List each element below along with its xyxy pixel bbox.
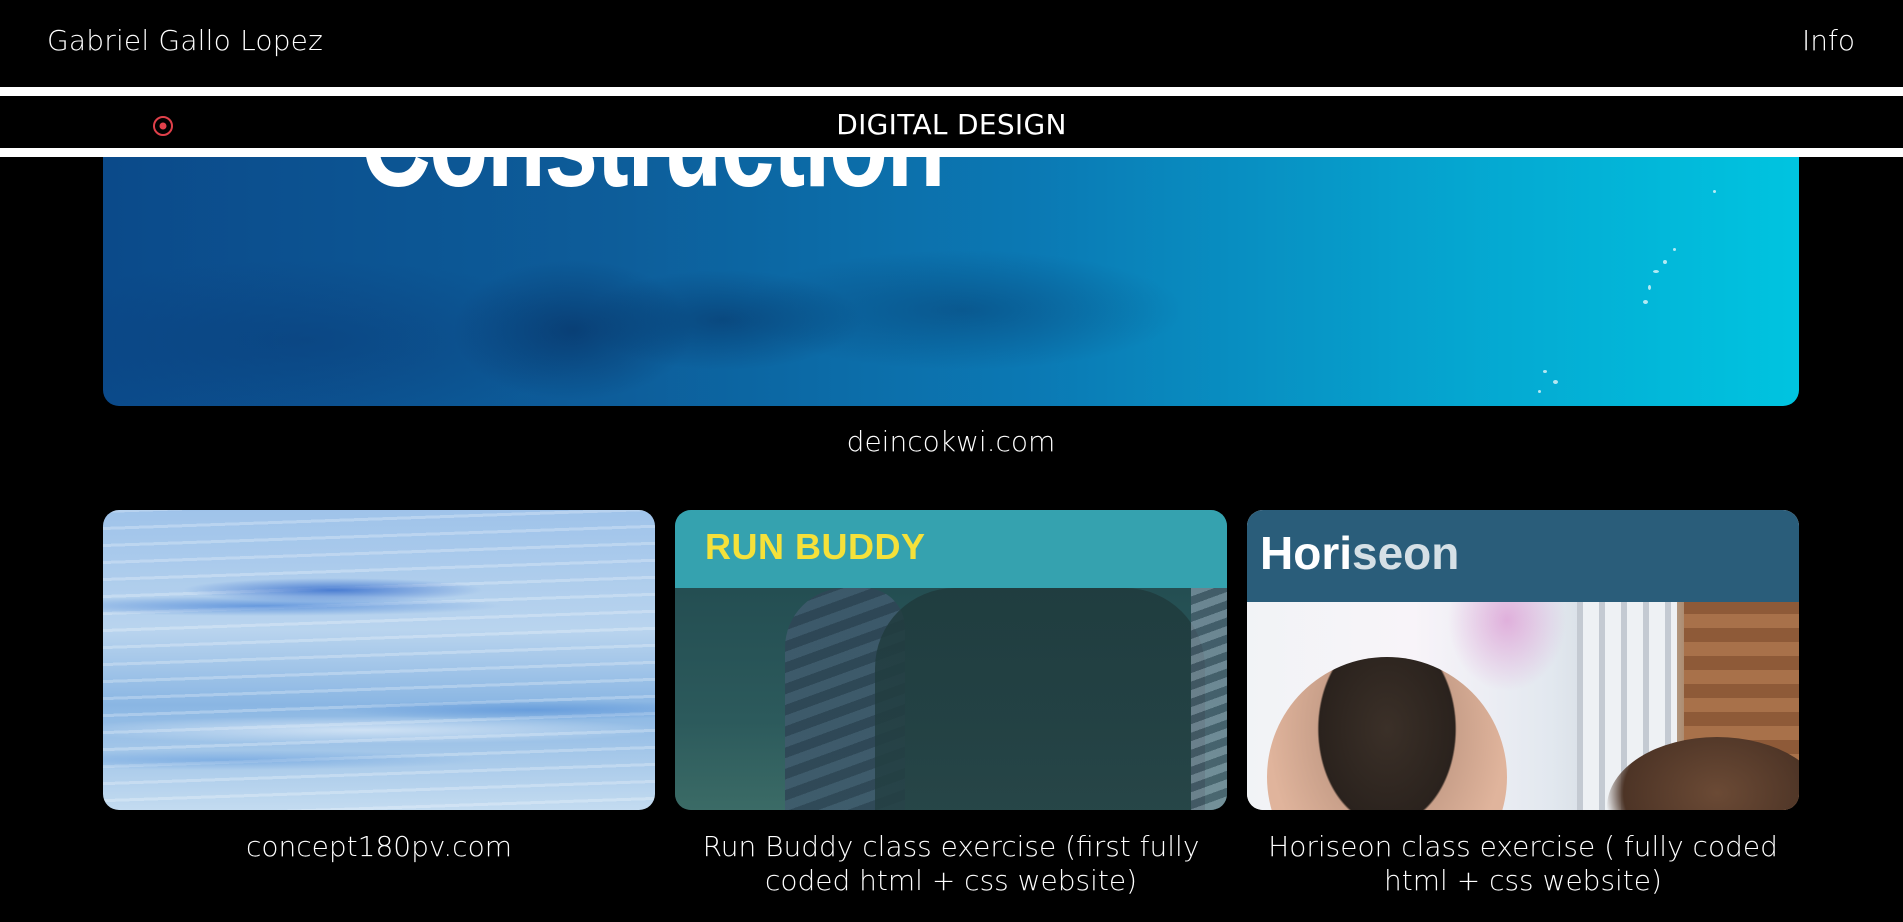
project-caption-concept180pv[interactable]: concept180pv.com	[103, 830, 655, 864]
section-title: DIGITAL DESIGN	[836, 108, 1067, 141]
run-buddy-photo	[675, 588, 1227, 810]
project-card-concept180pv[interactable]	[103, 510, 655, 810]
project-caption-run-buddy[interactable]: Run Buddy class exercise (first fully co…	[675, 830, 1227, 898]
project-card-run-buddy[interactable]: RUN BUDDY	[675, 510, 1227, 810]
horiseon-photo	[1247, 602, 1799, 810]
info-link[interactable]: Info	[1802, 24, 1855, 57]
hero-project-image[interactable]: Construction	[103, 140, 1799, 406]
site-header: Gabriel Gallo Lopez Info	[0, 0, 1903, 86]
caption-line: html + css website)	[1384, 864, 1662, 897]
horiseon-logo-text: Horiseon	[1260, 527, 1460, 579]
caption-line: coded html + css website)	[764, 864, 1138, 897]
caption-line: Horiseon class exercise ( fully coded	[1268, 830, 1778, 863]
project-card-horiseon[interactable]: Horiseon	[1247, 510, 1799, 810]
site-brand-name[interactable]: Gabriel Gallo Lopez	[47, 24, 323, 57]
section-header-bar: DIGITAL DESIGN	[0, 87, 1903, 157]
run-buddy-banner: RUN BUDDY	[675, 510, 1227, 588]
run-buddy-logo-text: RUN BUDDY	[705, 526, 926, 567]
horiseon-banner: Horiseon	[1247, 510, 1799, 602]
caption-line: Run Buddy class exercise (first fully	[702, 830, 1200, 863]
hero-caption[interactable]: deincokwi.com	[103, 425, 1799, 459]
project-caption-horiseon[interactable]: Horiseon class exercise ( fully coded ht…	[1247, 830, 1799, 898]
